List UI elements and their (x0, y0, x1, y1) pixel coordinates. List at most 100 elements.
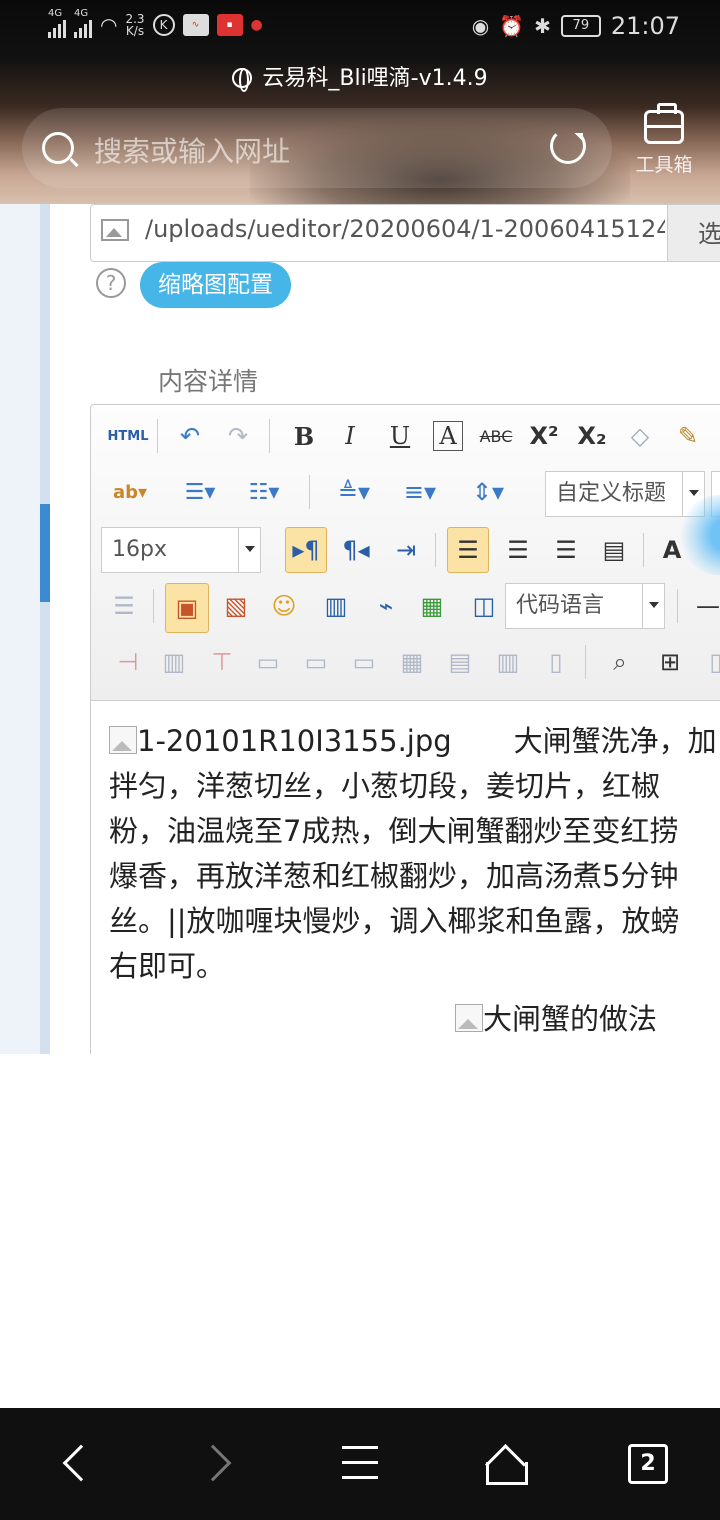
alarm-icon: ⏰ (499, 14, 525, 38)
line-height-icon[interactable]: ⇕▾ (461, 473, 515, 511)
editor-toolbar: HTML ↶ ↷ B I U A ABC X² X₂ ◇ ✎ ab▾ ☰▾ ☷▾… (91, 405, 720, 701)
toolbar-separator (157, 419, 158, 453)
content-line: 右即可。 (109, 949, 226, 983)
format-painter-icon[interactable]: ✎ (669, 417, 707, 455)
page-title: 云易科_Bli哩滴-v1.4.9 (0, 60, 720, 92)
table-grid-icon[interactable]: ▦ (393, 643, 431, 681)
image-icon (101, 219, 129, 241)
unordered-list-icon[interactable]: ☷▾ (239, 473, 289, 511)
activity-icon: ∿ (182, 14, 209, 36)
italic-icon[interactable]: I (331, 417, 369, 455)
content-line: 丝。||放咖喱块慢炒，调入椰浆和鱼露，放螃 (109, 904, 680, 938)
toolbar-separator (585, 645, 586, 679)
thumbnail-url-field[interactable]: /uploads/ueditor/20200604/1-200604151243… (90, 204, 720, 262)
toolbox-icon (644, 103, 684, 144)
paragraph-spacing-bottom-icon[interactable]: ≡▾ (393, 473, 447, 511)
page-content: /uploads/ueditor/20200604/1-200604151243… (0, 204, 720, 1054)
code-language-select[interactable]: 代码语言 (505, 583, 665, 629)
toolbar-separator (269, 419, 270, 453)
paste-icon[interactable]: ▯ (697, 643, 720, 681)
rich-text-editor: HTML ↶ ↷ B I U A ABC X² X₂ ◇ ✎ ab▾ ☰▾ ☷▾… (90, 404, 720, 1054)
select-button[interactable]: 选 (667, 205, 720, 261)
image-caption: 大闸蟹的做法 (109, 997, 720, 1042)
insert-frame-icon[interactable]: ◫ (465, 587, 503, 625)
content-line: 粉，油温烧至7成热，倒大闸蟹翻炒至变红捞 (109, 814, 679, 848)
home-icon[interactable] (484, 1444, 528, 1485)
horizontal-line-icon[interactable]: — (689, 587, 720, 625)
toolbar-separator (643, 533, 644, 567)
signal-icon: 4G (48, 8, 66, 38)
map-icon[interactable]: ▦ (413, 587, 451, 625)
ordered-list-icon[interactable]: ☰▾ (175, 473, 225, 511)
redo-icon[interactable]: ↷ (219, 417, 257, 455)
subscript-icon[interactable]: X₂ (573, 417, 611, 455)
paragraph-spacing-top-icon[interactable]: ≜▾ (327, 473, 381, 511)
heading-select[interactable]: 自定义标题 (545, 471, 705, 517)
page-break-icon[interactable]: ▯ (537, 643, 575, 681)
signal-icon-2: 4G (74, 8, 92, 38)
attachment-icon[interactable]: ⌁ (367, 587, 405, 625)
underline-icon[interactable]: U (381, 417, 419, 455)
content-line: 1-20101R10I3155.jpg 大闸蟹洗净，加 (109, 719, 720, 764)
horizontal-rule-icon[interactable]: ☰ (105, 587, 143, 625)
split-cell-icon[interactable]: ⊤ (203, 643, 241, 681)
editor-content[interactable]: 1-20101R10I3155.jpg 大闸蟹洗净，加 拌匀，洋葱切丝，小葱切段，… (91, 701, 720, 1054)
chevron-down-icon (642, 584, 664, 628)
forward-icon[interactable] (194, 1444, 232, 1482)
merge-cells-icon[interactable]: ⊣ (109, 643, 147, 681)
eraser-icon[interactable]: ◇ (621, 417, 659, 455)
back-icon[interactable] (62, 1444, 100, 1482)
globe-icon (232, 68, 253, 92)
insert-table-icon[interactable]: ▭ (249, 643, 287, 681)
address-bar[interactable]: 搜索或输入网址 (22, 108, 612, 188)
sidebar-active-indicator[interactable] (40, 504, 50, 602)
table-rows-icon[interactable]: ▤ (441, 643, 479, 681)
undo-icon[interactable]: ↶ (171, 417, 209, 455)
align-right-icon[interactable]: ☰ (547, 531, 585, 569)
thumbnail-url-input[interactable]: /uploads/ueditor/20200604/1-200604151243 (145, 215, 665, 243)
browser-header: 4G 4G ◠ 2.3 K/s K ∿ ▪ ● ◉ ⏰ ✱ 79 21:07 云易… (0, 0, 720, 204)
toolbar-separator (309, 475, 310, 509)
simple-image-icon[interactable]: ▣ (165, 583, 209, 633)
bluetooth-icon: ✱ (534, 14, 551, 38)
refresh-icon[interactable] (550, 128, 586, 164)
text-color-icon[interactable]: ab▾ (105, 473, 155, 511)
insert-row-icon[interactable]: ▭ (297, 643, 335, 681)
search-replace-icon[interactable]: ⊞ (651, 643, 689, 681)
broken-image-icon (455, 1004, 483, 1032)
tabs-button[interactable]: 2 (628, 1444, 668, 1484)
thumbnail-config-button[interactable]: 缩略图配置 (140, 262, 291, 308)
insert-column-icon[interactable]: ▥ (155, 643, 193, 681)
video-icon[interactable]: ▥ (317, 587, 355, 625)
broken-image-icon (109, 726, 137, 754)
help-icon[interactable]: ? (96, 268, 126, 298)
html-source-button[interactable]: HTML (103, 417, 153, 455)
multi-image-icon[interactable]: ▧ (217, 587, 255, 625)
menu-icon[interactable] (342, 1446, 378, 1482)
delete-row-icon[interactable]: ▭ (345, 643, 383, 681)
toolbar-separator (153, 589, 154, 623)
eye-icon: ◉ (471, 14, 490, 38)
toolbox-label: 工具箱 (635, 154, 693, 176)
strikethrough-icon[interactable]: ABC (477, 417, 515, 455)
rtl-direction-icon[interactable]: ¶◂ (335, 531, 377, 569)
bottom-navigation: 2 (0, 1408, 720, 1520)
search-icon (42, 132, 74, 164)
emoticon-icon[interactable]: ☺ (265, 587, 303, 625)
search-input[interactable]: 搜索或输入网址 (94, 130, 290, 170)
status-bar: 4G 4G ◠ 2.3 K/s K ∿ ▪ ● ◉ ⏰ ✱ 79 21:07 (0, 0, 720, 56)
toolbar-separator (677, 589, 678, 623)
preview-icon[interactable]: ⌕ (601, 643, 639, 681)
table-columns-icon[interactable]: ▥ (489, 643, 527, 681)
bold-icon[interactable]: B (285, 417, 323, 455)
indent-icon[interactable]: ⇥ (387, 531, 425, 569)
align-left-icon[interactable]: ☰ (447, 527, 489, 573)
superscript-icon[interactable]: X² (525, 417, 563, 455)
toolbox-button[interactable]: 工具箱 (628, 103, 700, 177)
align-center-icon[interactable]: ☰ (499, 531, 537, 569)
font-size-select[interactable]: 16px (101, 527, 261, 573)
align-justify-icon[interactable]: ▤ (595, 531, 633, 569)
clock: 21:07 (610, 12, 680, 40)
font-border-icon[interactable]: A (433, 421, 463, 451)
ltr-direction-icon[interactable]: ▸¶ (285, 527, 327, 573)
